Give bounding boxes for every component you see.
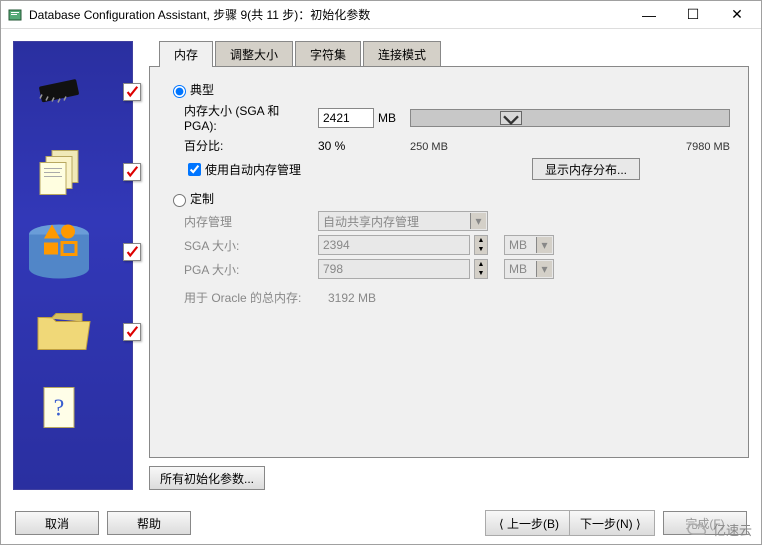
wizard-sidebar: ? [13,41,133,490]
total-mem-value: 3192 MB [328,291,376,305]
mem-mgmt-label: 内存管理 [184,213,314,230]
pga-unit-combo: MB ▾ [504,259,554,279]
total-mem-label: 用于 Oracle 的总内存: [184,289,324,306]
step-check-icon [123,243,141,261]
sga-label: SGA 大小: [184,237,314,254]
sga-spinner: ▲▼ [474,235,488,255]
step-icon-database [24,221,94,284]
pga-input [318,259,470,279]
pga-spinner: ▲▼ [474,259,488,279]
slider-min-label: 250 MB [410,141,448,153]
close-button[interactable]: ✕ [715,3,759,27]
slider-max-label: 7980 MB [686,141,730,153]
all-init-params-button[interactable]: 所有初始化参数... [149,466,265,490]
memory-size-unit: MB [378,111,406,125]
percent-value: 30 % [318,139,374,153]
step-icon-chip [34,73,86,112]
memory-slider[interactable] [410,109,730,127]
cancel-button[interactable]: 取消 [15,511,99,535]
step-check-icon [123,163,141,181]
mem-mgmt-combo: 自动共享内存管理 ▾ [318,211,488,231]
tab-memory[interactable]: 内存 [159,41,213,67]
typical-radio[interactable] [173,85,186,98]
tab-sizing[interactable]: 调整大小 [215,41,293,67]
window-title: Database Configuration Assistant, 步骤 9(共… [29,6,627,23]
custom-radio[interactable] [173,194,186,207]
tab-strip: 内存 调整大小 字符集 连接模式 [149,41,749,67]
auto-memory-checkbox[interactable] [188,163,201,176]
pga-label: PGA 大小: [184,261,314,278]
show-memory-dist-button[interactable]: 显示内存分布... [532,158,640,180]
step-check-icon [123,83,141,101]
step-icon-files [34,145,92,200]
percent-label: 百分比: [184,137,314,154]
svg-text:?: ? [54,396,65,422]
titlebar: Database Configuration Assistant, 步骤 9(共… [1,1,761,29]
memory-size-input[interactable] [318,108,374,128]
wizard-footer: 取消 帮助 ⟨ 上一步(B) 下一步(N) ⟩ 完成(F) [1,502,761,544]
step-icon-folder [34,306,94,359]
step-icon-question: ? [34,384,84,441]
finish-button: 完成(F) [663,511,747,535]
slider-thumb[interactable] [500,111,522,125]
custom-radio-label: 定制 [190,190,214,207]
tab-connection-mode[interactable]: 连接模式 [363,41,441,67]
back-button[interactable]: ⟨ 上一步(B) [486,511,570,535]
chevron-down-icon: ▾ [536,237,552,253]
sga-unit-combo: MB ▾ [504,235,554,255]
mem-mgmt-value: 自动共享内存管理 [323,213,419,230]
help-button[interactable]: 帮助 [107,511,191,535]
step-check-icon [123,323,141,341]
maximize-button[interactable]: ☐ [671,3,715,27]
memory-size-label: 内存大小 (SGA 和 PGA): [184,102,314,133]
minimize-button[interactable]: — [627,3,671,27]
auto-memory-label: 使用自动内存管理 [205,161,301,178]
chevron-down-icon: ▾ [536,261,552,277]
sga-input [318,235,470,255]
tab-panel-memory: 典型 内存大小 (SGA 和 PGA): MB [149,66,749,458]
app-icon [7,7,23,23]
typical-radio-label: 典型 [190,81,214,98]
next-button[interactable]: 下一步(N) ⟩ [570,511,654,535]
chevron-down-icon: ▾ [470,213,486,229]
tab-charset[interactable]: 字符集 [295,41,361,67]
